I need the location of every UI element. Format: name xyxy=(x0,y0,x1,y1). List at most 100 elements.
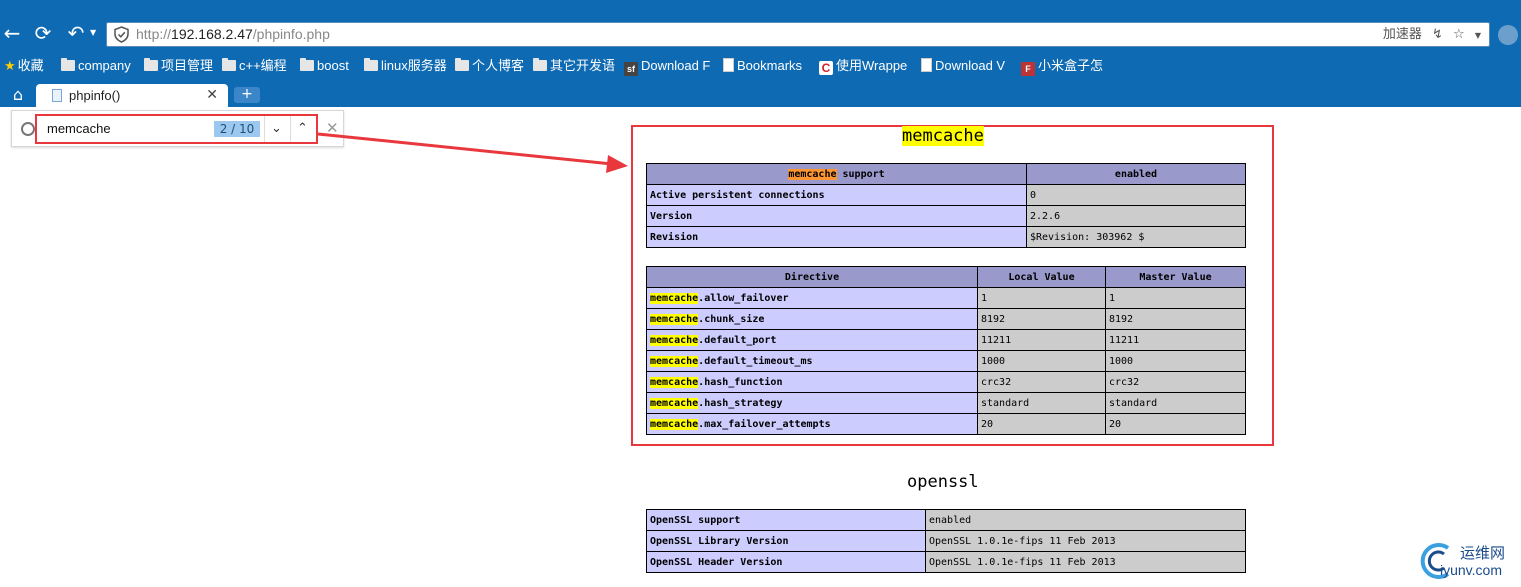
find-previous-button[interactable]: ⌃ xyxy=(290,116,314,142)
page-icon xyxy=(723,58,734,72)
table-row: memcache.max_failover_attempts 20 20 xyxy=(646,413,1246,435)
find-input[interactable]: memcache xyxy=(47,116,111,142)
search-highlight: memcache xyxy=(650,355,699,367)
page-icon xyxy=(921,58,932,72)
bookmark-label: 其它开发语 xyxy=(550,58,616,73)
table-value: $Revision: 303962 $ xyxy=(1026,226,1246,248)
bookmark-item[interactable]: 个人博客 xyxy=(455,54,524,78)
watermark: 运维网 iyunv.com xyxy=(1418,540,1518,584)
master-value: 20 xyxy=(1105,413,1246,435)
table-header-row: Directive Local Value Master Value xyxy=(646,266,1246,288)
table-header-row: memcache support enabled xyxy=(646,163,1246,185)
section-title-memcache: memcache xyxy=(902,126,984,146)
table-key: OpenSSL support xyxy=(646,509,926,531)
refresh-button[interactable]: ⟳ xyxy=(31,20,55,46)
table-header: Directive xyxy=(646,266,978,288)
chevron-down-icon[interactable]: ▼ xyxy=(90,20,96,46)
bookmark-item[interactable]: boost xyxy=(300,54,349,78)
folder-icon xyxy=(364,58,378,71)
directive-name: memcache.allow_failover xyxy=(646,287,978,309)
local-value: standard xyxy=(977,392,1106,414)
chevron-down-icon[interactable]: ▼ xyxy=(1475,31,1481,40)
find-bar: memcache 2 / 10 ⌄ ⌃ ✕ xyxy=(11,110,344,147)
folder-icon xyxy=(533,58,547,71)
tab-title: phpinfo() xyxy=(69,88,121,103)
f-logo-icon: F xyxy=(1021,62,1035,76)
bookmark-item[interactable]: 其它开发语 xyxy=(533,54,615,78)
bookmark-item[interactable]: Download V xyxy=(921,54,1005,78)
chevron-up-icon: ⌃ xyxy=(297,121,308,136)
section-title-text: memcache xyxy=(902,126,984,146)
accelerator-label[interactable]: 加速器 xyxy=(1383,27,1422,42)
master-value: 1 xyxy=(1105,287,1246,309)
search-highlight-current: memcache xyxy=(788,168,837,180)
table-row: OpenSSL Library Version OpenSSL 1.0.1e-f… xyxy=(646,530,1246,552)
local-value: 1 xyxy=(977,287,1106,309)
directive-name: memcache.max_failover_attempts xyxy=(646,413,978,435)
bookmark-label: linux服务器 xyxy=(381,58,447,73)
table-row: memcache.allow_failover 1 1 xyxy=(646,287,1246,309)
bookmark-item[interactable]: sf Download F xyxy=(624,54,710,78)
home-icon[interactable]: ⌂ xyxy=(8,85,28,105)
bookmark-label: 使用Wrappe xyxy=(836,58,908,73)
bookmark-star-icon[interactable]: ☆ xyxy=(1453,27,1465,42)
table-key: Version xyxy=(646,205,1027,227)
table-row: memcache.default_port 11211 11211 xyxy=(646,329,1246,351)
directive-suffix: .hash_function xyxy=(698,376,783,388)
find-next-button[interactable]: ⌄ xyxy=(264,116,288,142)
bookmark-label: Download F xyxy=(641,58,711,73)
search-highlight: memcache xyxy=(650,313,699,325)
bookmark-label: boost xyxy=(317,58,349,73)
table-row: Revision $Revision: 303962 $ xyxy=(646,226,1246,248)
undo-close-button[interactable]: ↶ xyxy=(64,20,88,46)
table-row: memcache.default_timeout_ms 1000 1000 xyxy=(646,350,1246,372)
search-highlight: memcache xyxy=(650,292,699,304)
new-tab-button[interactable]: + xyxy=(234,87,260,103)
bookmark-item[interactable]: F 小米盒子怎 xyxy=(1021,54,1103,78)
lightning-icon[interactable]: ↯ xyxy=(1432,27,1443,42)
table-row: memcache.hash_strategy standard standard xyxy=(646,392,1246,414)
table-header: Local Value xyxy=(977,266,1106,288)
table-key: Revision xyxy=(646,226,1027,248)
url-prefix: http:// xyxy=(136,26,172,42)
local-value: 1000 xyxy=(977,350,1106,372)
table-key: OpenSSL Header Version xyxy=(646,551,926,573)
table-row: memcache.chunk_size 8192 8192 xyxy=(646,308,1246,330)
url-path: /phpinfo.php xyxy=(252,26,330,42)
local-value: 11211 xyxy=(977,329,1106,351)
tab-phpinfo[interactable]: phpinfo() ✕ xyxy=(36,84,228,107)
table-value: 2.2.6 xyxy=(1026,205,1246,227)
bookmark-item[interactable]: Bookmarks xyxy=(723,54,802,78)
folder-icon xyxy=(144,58,158,71)
back-button[interactable]: ← xyxy=(0,20,24,46)
address-bar[interactable]: http://192.168.2.47/phpinfo.php 加速器 ↯ ☆ … xyxy=(106,22,1490,47)
search-highlight: memcache xyxy=(650,334,699,346)
bookmarks-bar: ★ 收藏 company 项目管理 c++编程 boost linux服务器 个人… xyxy=(0,54,1521,78)
bookmark-label: 收藏 xyxy=(17,58,44,73)
bookmark-item[interactable]: 项目管理 xyxy=(144,54,213,78)
search-icon xyxy=(21,122,35,136)
table-key: Active persistent connections xyxy=(646,184,1027,206)
url-text[interactable]: http://192.168.2.47/phpinfo.php xyxy=(136,23,330,46)
local-value: crc32 xyxy=(977,371,1106,393)
extension-icon[interactable] xyxy=(1498,25,1518,45)
table-value: OpenSSL 1.0.1e-fips 11 Feb 2013 xyxy=(925,530,1246,552)
table-value: 0 xyxy=(1026,184,1246,206)
table-row: memcache.hash_function crc32 crc32 xyxy=(646,371,1246,393)
bookmark-item-favorites[interactable]: ★ 收藏 xyxy=(4,54,44,78)
table-row: OpenSSL support enabled xyxy=(646,509,1246,531)
local-value: 20 xyxy=(977,413,1106,435)
bookmark-item[interactable]: company xyxy=(61,54,131,78)
close-icon[interactable]: ✕ xyxy=(326,119,339,137)
c-logo-icon: C xyxy=(819,61,833,75)
close-icon[interactable]: ✕ xyxy=(206,84,218,107)
master-value: 8192 xyxy=(1105,308,1246,330)
bookmark-item[interactable]: linux服务器 xyxy=(364,54,447,78)
master-value: crc32 xyxy=(1105,371,1246,393)
watermark-text: 运维网 xyxy=(1460,544,1506,562)
search-highlight: memcache xyxy=(650,376,699,388)
folder-icon xyxy=(222,58,236,71)
bookmark-item[interactable]: C 使用Wrappe xyxy=(819,54,907,78)
bookmark-label: Bookmarks xyxy=(737,58,803,73)
bookmark-item[interactable]: c++编程 xyxy=(222,54,287,78)
